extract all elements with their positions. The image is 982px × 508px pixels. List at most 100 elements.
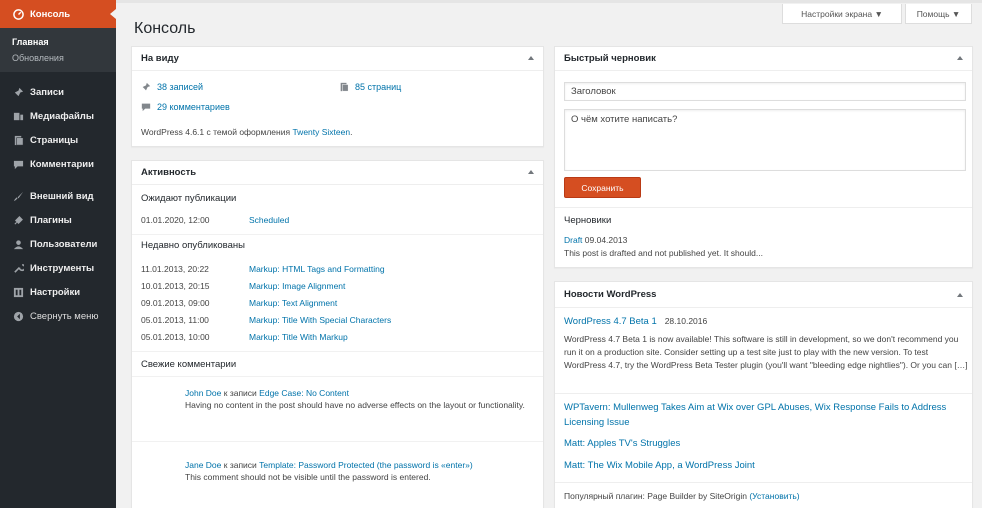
menu-dashboard[interactable]: Консоль <box>0 0 116 28</box>
comment-post-link[interactable]: Template: Password Protected (the passwo… <box>259 460 473 470</box>
version-text: WordPress 4.6.1 с темой оформления <box>141 127 293 137</box>
toggle-arrow-icon[interactable] <box>528 170 534 174</box>
draft-link[interactable]: Draft <box>564 235 582 245</box>
plugin-icon <box>12 214 24 226</box>
post-link[interactable]: Markup: Title With Markup <box>249 332 348 342</box>
news-link[interactable]: Matt: The Wix Mobile App, a WordPress Jo… <box>564 458 969 473</box>
post-date: 01.01.2020, 12:00 <box>141 215 210 225</box>
news-link[interactable]: WPTavern: Mullenweg Takes Aim at Wix ove… <box>564 400 969 430</box>
menu-media-label: Медиафайлы <box>30 110 94 122</box>
post-date: 11.01.2013, 20:22 <box>141 264 209 274</box>
news-main-excerpt: WordPress 4.7 Beta 1 is now available! T… <box>564 334 968 370</box>
comments-count-link[interactable]: 29 комментариев <box>157 102 230 112</box>
menu-collapse[interactable]: Свернуть меню <box>0 304 116 328</box>
widget-header[interactable]: На виду <box>132 47 543 71</box>
comment-text: Having no content in the post should hav… <box>185 400 525 410</box>
comment-author[interactable]: Jane Doe <box>185 460 221 470</box>
widget-header[interactable]: Новости WordPress <box>555 282 972 308</box>
recent-row: 11.01.2013, 20:22 Markup: HTML Tags and F… <box>141 264 385 274</box>
comment-item: Jane Doe к записи Template: Password Pro… <box>185 459 535 483</box>
comment-to: к записи <box>221 460 260 470</box>
scheduled-heading: Ожидают публикации <box>141 193 237 204</box>
page-title: Консоль <box>134 20 196 37</box>
draft-content-textarea[interactable]: О чём хотите написать? <box>564 109 966 171</box>
activity-widget: Активность Ожидают публикации 01.01.2020… <box>131 160 544 508</box>
menu-collapse-label: Свернуть меню <box>30 310 99 322</box>
menu-media[interactable]: Медиафайлы <box>0 104 116 128</box>
screen-options-button[interactable]: Настройки экрана ▼ <box>782 4 902 24</box>
scheduled-row: 01.01.2020, 12:00 Scheduled <box>141 215 289 225</box>
glance-posts[interactable]: 38 записей <box>141 82 203 92</box>
media-icon <box>12 110 24 122</box>
menu-users[interactable]: Пользователи <box>0 232 116 256</box>
pin-icon <box>141 82 151 92</box>
comments-heading: Свежие комментарии <box>141 359 237 370</box>
submenu-home[interactable]: Главная <box>0 34 116 50</box>
dashboard-icon <box>12 8 24 20</box>
news-main-item: WordPress 4.7 Beta 1 28.10.2016 <box>564 314 969 329</box>
submenu-updates[interactable]: Обновления <box>0 50 116 66</box>
menu-comments[interactable]: Комментарии <box>0 152 116 176</box>
menu-posts-label: Записи <box>30 86 64 98</box>
pin-icon <box>12 86 24 98</box>
recent-row: 09.01.2013, 09:00 Markup: Text Alignment <box>141 298 337 308</box>
menu-users-label: Пользователи <box>30 238 98 250</box>
draft-title-input[interactable]: Заголовок <box>564 82 966 101</box>
post-link[interactable]: Markup: Image Alignment <box>249 281 345 291</box>
pages-icon <box>12 134 24 146</box>
theme-link[interactable]: Twenty Sixteen <box>292 127 350 137</box>
toggle-arrow-icon[interactable] <box>957 293 963 297</box>
menu-pages[interactable]: Страницы <box>0 128 116 152</box>
menu-tools-label: Инструменты <box>30 262 95 274</box>
glance-pages[interactable]: 85 страниц <box>339 82 401 92</box>
menu-settings[interactable]: Настройки <box>0 280 116 304</box>
install-plugin-link[interactable]: (Установить) <box>749 491 799 501</box>
menu-plugins[interactable]: Плагины <box>0 208 116 232</box>
comment-author[interactable]: John Doe <box>185 388 221 398</box>
post-link[interactable]: Markup: Text Alignment <box>249 298 337 308</box>
posts-count-link[interactable]: 38 записей <box>157 82 203 92</box>
recent-row: 05.01.2013, 11:00 Markup: Title With Spec… <box>141 315 391 325</box>
drafts-heading: Черновики <box>564 215 612 226</box>
news-main-link[interactable]: WordPress 4.7 Beta 1 <box>564 316 657 327</box>
menu-dashboard-label: Консоль <box>30 8 71 20</box>
quick-draft-widget: Быстрый черновик Заголовок О чём хотите … <box>554 46 973 268</box>
pages-count-link[interactable]: 85 страниц <box>355 82 401 92</box>
toggle-arrow-icon[interactable] <box>528 56 534 60</box>
menu-tools[interactable]: Инструменты <box>0 256 116 280</box>
menu-appearance[interactable]: Внешний вид <box>0 184 116 208</box>
widget-title: Активность <box>141 167 197 178</box>
post-date: 05.01.2013, 11:00 <box>141 315 209 325</box>
pages-icon <box>339 82 349 92</box>
recent-heading: Недавно опубликованы <box>141 240 245 251</box>
menu-appearance-label: Внешний вид <box>30 190 94 202</box>
draft-item: Draft 09.04.2013 <box>564 235 627 245</box>
save-draft-button[interactable]: Сохранить <box>564 177 641 198</box>
menu-pages-label: Страницы <box>30 134 79 146</box>
comment-post-link[interactable]: Edge Case: No Content <box>259 388 349 398</box>
post-date: 05.01.2013, 10:00 <box>141 332 210 342</box>
comment-text: This comment should not be visible until… <box>185 472 431 482</box>
widget-title: Быстрый черновик <box>564 53 656 64</box>
menu-posts[interactable]: Записи <box>0 80 116 104</box>
news-link[interactable]: Matt: Apples TV's Struggles <box>564 436 969 451</box>
widget-header[interactable]: Быстрый черновик <box>555 47 972 71</box>
post-link[interactable]: Markup: HTML Tags and Formatting <box>249 264 385 274</box>
toggle-arrow-icon[interactable] <box>957 56 963 60</box>
widget-title: Новости WordPress <box>564 289 657 300</box>
widget-title: На виду <box>141 53 179 64</box>
post-link[interactable]: Scheduled <box>249 215 289 225</box>
collapse-icon <box>12 310 24 322</box>
version-end: . <box>350 127 353 137</box>
post-link[interactable]: Markup: Title With Special Characters <box>249 315 391 325</box>
wrench-icon <box>12 262 24 274</box>
draft-excerpt: This post is drafted and not published y… <box>564 248 763 258</box>
glance-comments[interactable]: 29 комментариев <box>141 102 230 112</box>
widget-header[interactable]: Активность <box>132 161 543 185</box>
wordpress-news-widget: Новости WordPress WordPress 4.7 Beta 1 2… <box>554 281 973 508</box>
news-footer: Популярный плагин: Page Builder by SiteO… <box>555 482 972 508</box>
at-a-glance-widget: На виду 38 записей 85 страниц 29 коммент… <box>131 46 544 147</box>
help-button[interactable]: Помощь ▼ <box>905 4 972 24</box>
wordpress-version: WordPress 4.6.1 с темой оформления Twent… <box>141 127 352 137</box>
draft-date: 09.04.2013 <box>582 235 628 245</box>
